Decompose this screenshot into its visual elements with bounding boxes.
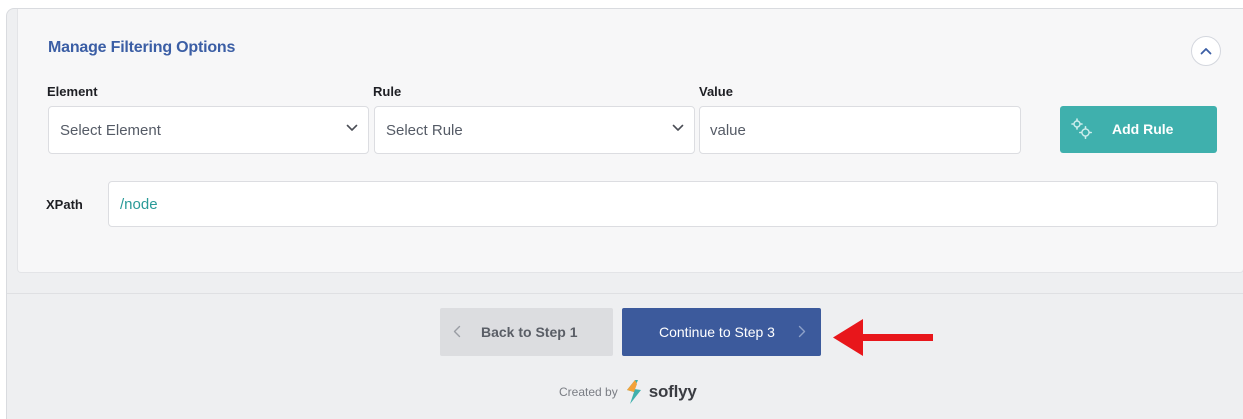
element-select[interactable]: Select Element	[48, 106, 369, 154]
created-by-text: Created by	[559, 385, 618, 399]
value-input-placeholder: value	[710, 121, 746, 139]
element-select-placeholder: Select Element	[60, 121, 161, 139]
add-rule-button[interactable]: Add Rule	[1060, 106, 1217, 153]
rule-select[interactable]: Select Rule	[374, 106, 695, 154]
xpath-label: XPath	[46, 197, 83, 212]
xpath-input[interactable]: /node	[108, 181, 1218, 227]
card-title: Manage Filtering Options	[48, 39, 236, 56]
add-rule-label: Add Rule	[1112, 121, 1174, 137]
value-input[interactable]: value	[699, 106, 1021, 154]
element-label: Element	[47, 84, 98, 99]
brand-name: soflyy	[648, 382, 697, 401]
xpath-value: /node	[120, 195, 158, 213]
soflyy-logo-icon	[626, 380, 641, 404]
back-label: Back to Step 1	[481, 324, 578, 340]
gears-icon	[1071, 118, 1093, 140]
footer-divider	[7, 293, 1243, 294]
continue-to-step-3-button[interactable]: Continue to Step 3	[622, 308, 821, 356]
chevron-right-icon	[798, 325, 806, 338]
filtering-options-card: Manage Filtering Options Element Rule Va…	[17, 9, 1243, 273]
chevron-up-icon	[1200, 48, 1212, 55]
continue-label: Continue to Step 3	[659, 324, 775, 340]
value-label: Value	[699, 84, 733, 99]
left-arrow-icon	[833, 319, 933, 356]
created-by-credit: Created by soflyy	[559, 377, 697, 407]
chevron-down-icon	[346, 124, 358, 131]
chevron-down-icon	[672, 124, 684, 131]
back-to-step-1-button[interactable]: Back to Step 1	[440, 308, 613, 356]
collapse-button[interactable]	[1191, 36, 1221, 66]
chevron-left-icon	[453, 325, 461, 338]
wizard-panel: Manage Filtering Options Element Rule Va…	[6, 8, 1243, 419]
rule-select-placeholder: Select Rule	[386, 121, 463, 139]
rule-label: Rule	[373, 84, 402, 99]
